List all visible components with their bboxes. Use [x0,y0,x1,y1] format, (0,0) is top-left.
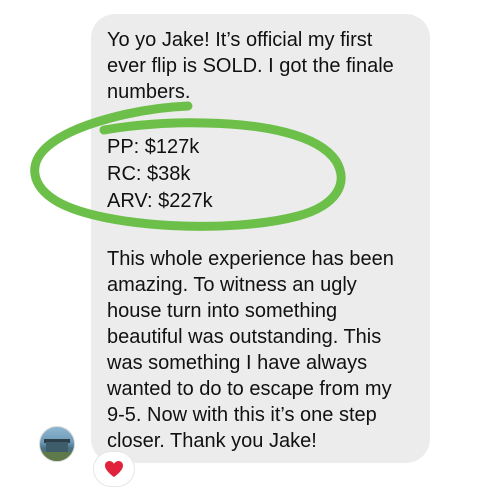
message-line-7: beautiful was outstanding. This [107,326,382,348]
message-line-10: 9-5. Now with this it’s one step [107,404,377,426]
red-heart-icon [105,461,123,477]
house [46,442,68,452]
sender-avatar[interactable] [39,426,75,462]
message-line-8: was something I have always [107,352,368,374]
message-line-4: This whole experience has been [107,248,394,270]
arv-line: ARV: $227k [107,190,213,212]
message-line-6: house turn into something [107,300,338,322]
reaction-badge[interactable] [94,452,134,486]
message-line-1: Yo yo Jake! It’s official my first [107,29,373,51]
message-line-2: ever flip is SOLD. I got the finale [107,55,394,77]
rehab-cost-line: RC: $38k [107,163,191,185]
message-line-11: closer. Thank you Jake! [107,430,317,452]
purchase-price-line: PP: $127k [107,136,200,158]
message-line-9: wanted to do to escape from my [107,378,392,400]
lawn [40,452,74,461]
message-line-5: amazing. To witness an ugly [107,274,357,296]
message-line-3: numbers. [107,81,191,103]
